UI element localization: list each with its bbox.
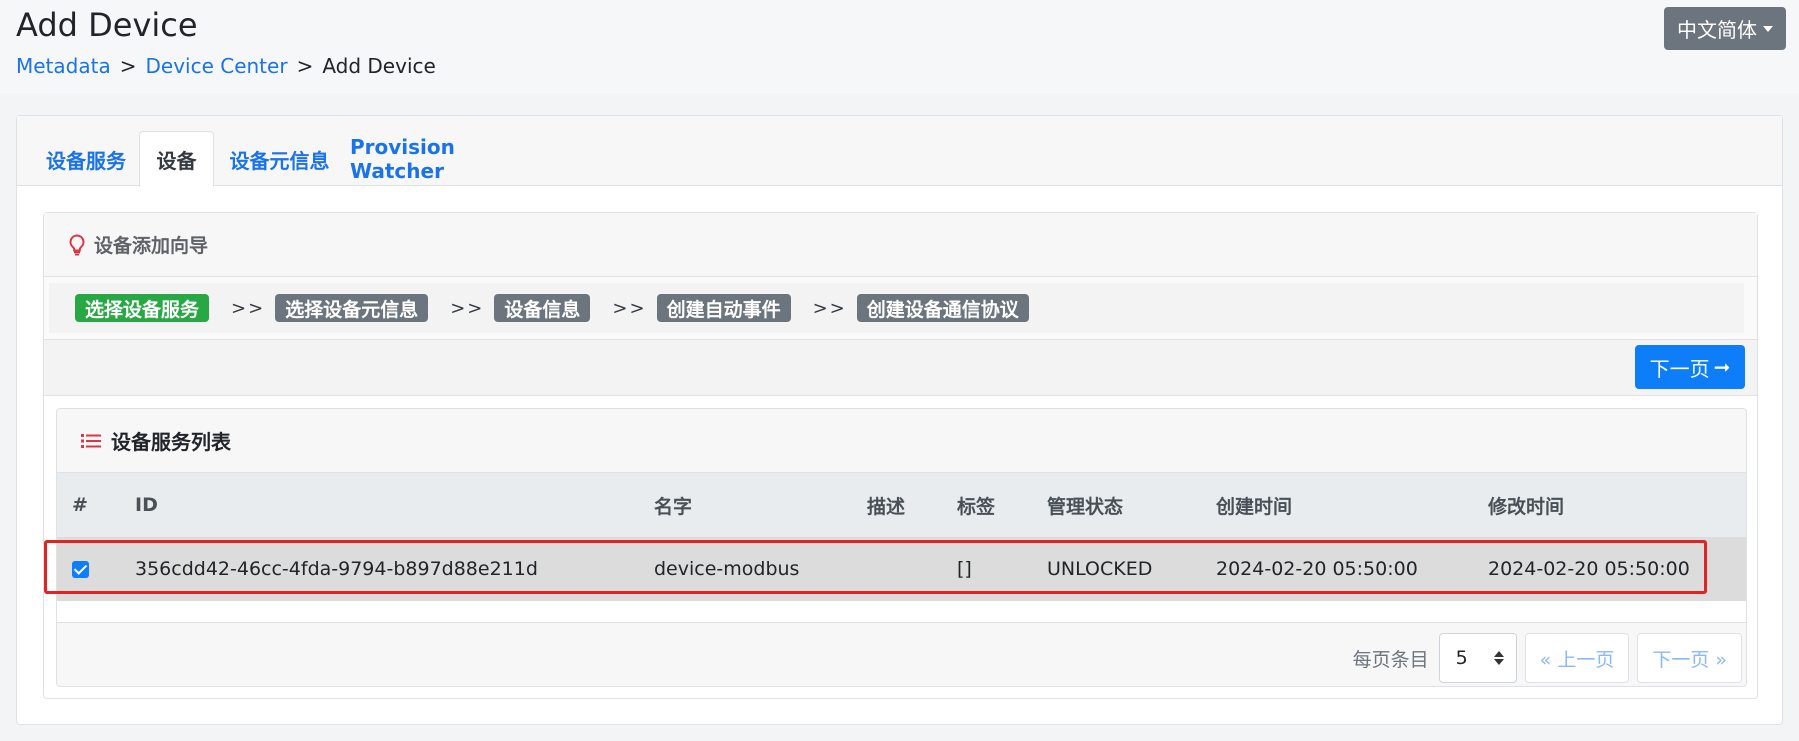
- tab-device-profiles[interactable]: 设备元信息: [217, 131, 342, 187]
- table-row[interactable]: 356cdd42-46cc-4fda-9794-b897d88e211d dev…: [57, 537, 1746, 601]
- row-admin-state: UNLOCKED: [1047, 558, 1153, 580]
- step-separator: >>: [231, 297, 266, 319]
- tab-provision-watcher[interactable]: Provision Watcher: [350, 131, 535, 187]
- row-created: 2024-02-20 05:50:00: [1216, 558, 1418, 580]
- col-header-description: 描述: [867, 495, 906, 518]
- table-footer-spacer: [57, 601, 1746, 623]
- row-name: device-modbus: [654, 558, 800, 580]
- col-header-admin-state: 管理状态: [1047, 495, 1124, 518]
- table-header: # ID 名字 描述 标签 管理状态 创建时间 修改时间: [57, 473, 1746, 537]
- breadcrumb-metadata-link[interactable]: Metadata: [16, 54, 111, 78]
- device-add-wizard: 设备添加向导 选择设备服务 >> 选择设备元信息 >> 设备信息 >> 创建自动…: [43, 212, 1758, 699]
- wizard-title: 设备添加向导: [94, 235, 209, 257]
- tab-devices[interactable]: 设备: [139, 131, 214, 187]
- lightbulb-icon: [69, 233, 85, 255]
- next-page-link-button[interactable]: 下一页 »: [1637, 633, 1742, 683]
- arrow-right-icon: ➞: [1713, 355, 1731, 379]
- per-page-select[interactable]: 5: [1438, 633, 1517, 683]
- breadcrumb: Metadata > Device Center > Add Device: [16, 54, 436, 78]
- row-labels: []: [957, 558, 972, 580]
- breadcrumb-device-center-link[interactable]: Device Center: [145, 54, 287, 78]
- breadcrumb-separator: >: [119, 54, 137, 78]
- step-device-info: 设备信息: [494, 294, 591, 322]
- list-title: 设备服务列表: [111, 430, 231, 454]
- col-header-labels: 标签: [957, 495, 996, 518]
- col-header-index: #: [72, 494, 88, 516]
- list-icon: [81, 433, 101, 448]
- wizard-action-bar: 下一页 ➞: [44, 340, 1757, 396]
- step-separator: >>: [450, 297, 485, 319]
- device-service-list: 设备服务列表 # ID 名字 描述 标签 管理状态 创建时间 修改时间 356c…: [56, 408, 1747, 687]
- step-separator: >>: [812, 297, 847, 319]
- row-select-cell: [72, 537, 89, 601]
- per-page-label: 每页条目: [1352, 648, 1429, 671]
- row-id: 356cdd42-46cc-4fda-9794-b897d88e211d: [135, 558, 538, 580]
- step-create-protocols: 创建设备通信协议: [856, 294, 1029, 322]
- caret-down-icon: [1763, 25, 1773, 32]
- page-title: Add Device: [16, 6, 198, 44]
- col-header-modified: 修改时间: [1488, 495, 1565, 518]
- col-header-created: 创建时间: [1216, 495, 1293, 518]
- row-checkbox[interactable]: [72, 560, 89, 578]
- tab-device-services[interactable]: 设备服务: [31, 131, 141, 187]
- per-page-value: 5: [1455, 647, 1468, 669]
- wizard-steps: 选择设备服务 >> 选择设备元信息 >> 设备信息 >> 创建自动事件 >> 创…: [44, 277, 1757, 340]
- pagination: 每页条目 5 « 上一页 下一页 »: [1353, 633, 1742, 683]
- tab-bar: 设备服务 设备 设备元信息 Provision Watcher: [17, 116, 1782, 187]
- breadcrumb-separator: >: [296, 54, 314, 78]
- step-select-device-service: 选择设备服务: [75, 294, 210, 322]
- language-dropdown-button[interactable]: 中文简体: [1664, 7, 1786, 50]
- step-create-auto-events: 创建自动事件: [656, 294, 791, 322]
- row-modified: 2024-02-20 05:50:00: [1488, 558, 1690, 580]
- col-header-name: 名字: [654, 495, 693, 518]
- language-label: 中文简体: [1677, 18, 1757, 42]
- next-page-label: 下一页: [1649, 356, 1710, 381]
- col-header-id: ID: [135, 494, 158, 516]
- step-select-device-profile: 选择设备元信息: [275, 294, 429, 322]
- wizard-header: 设备添加向导: [44, 213, 1757, 277]
- sort-arrows-icon: [1493, 651, 1504, 665]
- next-page-button[interactable]: 下一页 ➞: [1635, 345, 1745, 389]
- list-header: 设备服务列表: [57, 409, 1746, 473]
- top-bar: Add Device Metadata > Device Center > Ad…: [0, 0, 1799, 93]
- main-card: 设备服务 设备 设备元信息 Provision Watcher 设备添加向导 选…: [16, 115, 1783, 725]
- prev-page-button[interactable]: « 上一页: [1524, 633, 1630, 683]
- breadcrumb-current: Add Device: [322, 54, 436, 78]
- step-separator: >>: [612, 297, 647, 319]
